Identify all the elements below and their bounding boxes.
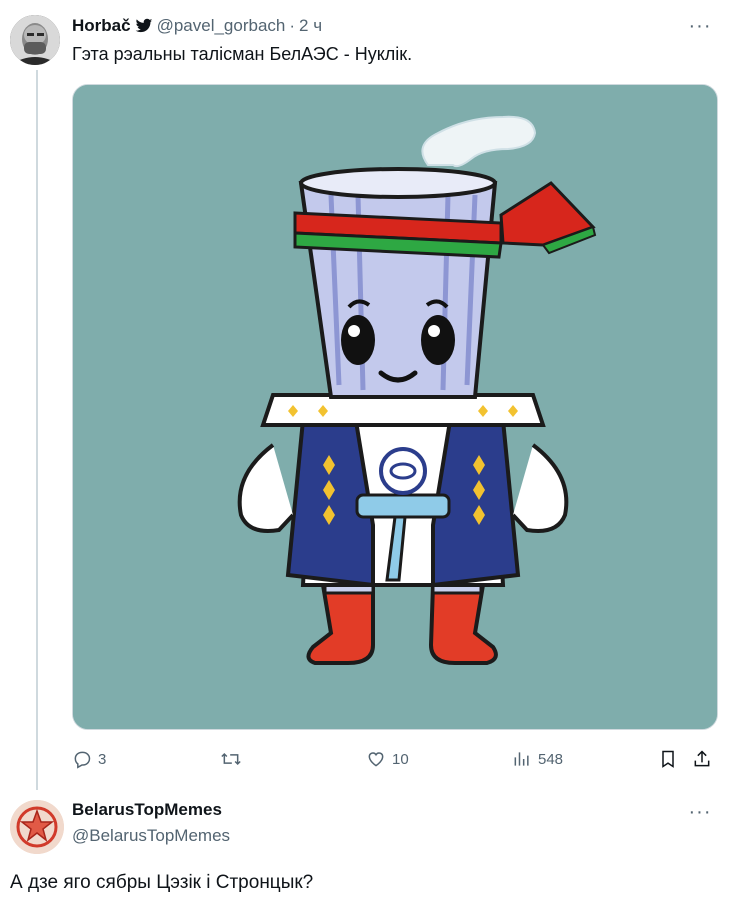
bookmark-icon bbox=[658, 749, 678, 769]
tweet-media-image[interactable] bbox=[72, 84, 718, 730]
mascot-illustration bbox=[73, 85, 717, 729]
more-options-icon[interactable]: ··· bbox=[686, 15, 714, 37]
heart-icon bbox=[366, 749, 386, 769]
views-icon bbox=[512, 749, 532, 769]
reply-text: А дзе яго сябры Цэзік і Стронцык? bbox=[10, 872, 314, 893]
more-options-icon[interactable]: ··· bbox=[686, 801, 714, 823]
views-count: 548 bbox=[538, 750, 564, 768]
tweet-actions: 3 10 548 bbox=[72, 746, 718, 772]
separator-dot: · bbox=[289, 16, 296, 35]
views-button[interactable]: 548 bbox=[512, 746, 563, 772]
reply-icon bbox=[72, 749, 92, 769]
share-button[interactable] bbox=[692, 746, 712, 772]
reply-button[interactable]: 3 bbox=[72, 746, 106, 772]
timestamp[interactable]: 2 ч bbox=[299, 16, 322, 36]
like-button[interactable]: 10 bbox=[366, 746, 409, 772]
bird-icon bbox=[135, 18, 153, 34]
tweet-text: Гэта рэальны талісман БелАЭС - Нуклік. bbox=[72, 44, 413, 64]
author-handle[interactable]: @pavel_gorbach bbox=[157, 16, 286, 36]
reply-author-handle[interactable]: @BelarusTopMemes bbox=[72, 826, 230, 846]
retweet-button[interactable] bbox=[220, 746, 242, 772]
like-count: 10 bbox=[392, 750, 409, 768]
tweet-header: Horbač @pavel_gorbach · 2 ч bbox=[72, 14, 322, 38]
author-avatar[interactable] bbox=[10, 15, 60, 65]
reply-author-avatar[interactable] bbox=[10, 800, 64, 854]
bookmark-button[interactable] bbox=[658, 746, 678, 772]
retweet-icon bbox=[220, 749, 242, 769]
share-icon bbox=[692, 749, 712, 769]
author-name[interactable]: Horbač bbox=[72, 16, 131, 36]
reply-author-name[interactable]: BelarusTopMemes bbox=[72, 800, 222, 820]
reply-count: 3 bbox=[98, 750, 107, 768]
thread-line bbox=[36, 70, 38, 790]
